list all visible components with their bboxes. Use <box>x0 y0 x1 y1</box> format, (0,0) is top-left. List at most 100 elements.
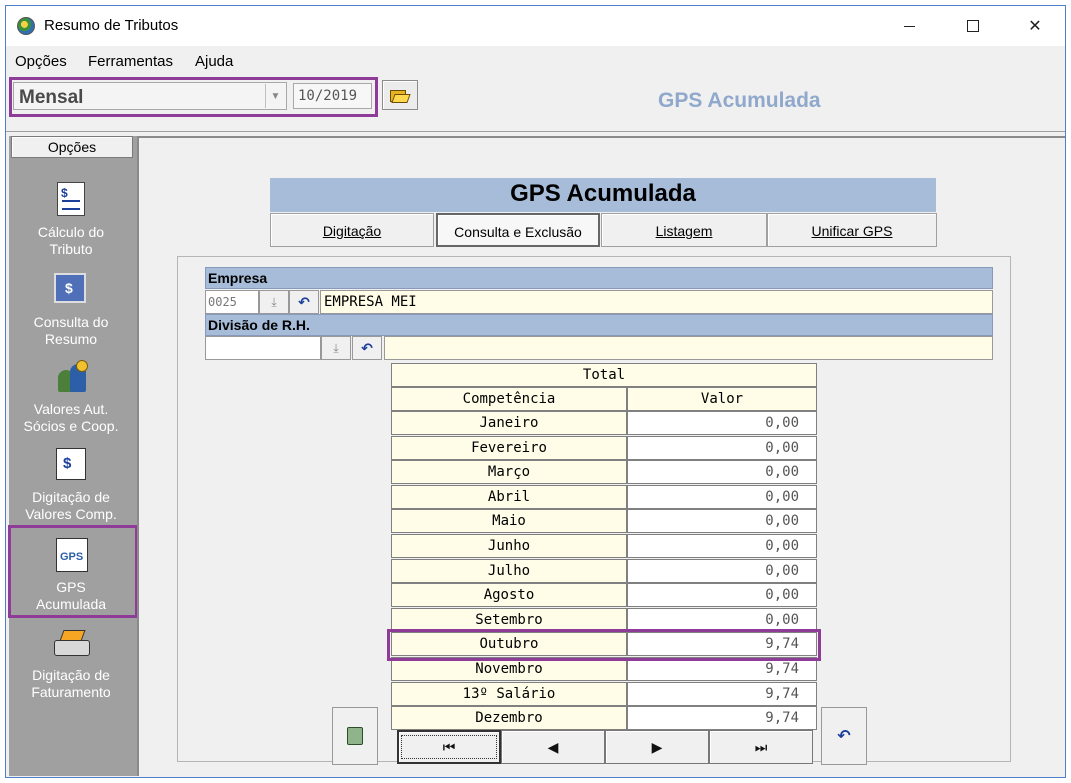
table-row[interactable]: 13º Salário 9,74 <box>391 681 817 706</box>
sidebar-item-label: Digitação de <box>32 667 110 683</box>
cell-valor: 0,00 <box>627 534 817 558</box>
tab-consulta-exclusao[interactable]: Consulta e Exclusão <box>436 213 600 247</box>
divisao-code-input[interactable] <box>205 336 321 360</box>
col-header-competencia: Competência <box>391 387 627 411</box>
tab-listagem[interactable]: Listagem <box>601 213 767 247</box>
nav-first-button[interactable]: ⏮ <box>397 730 501 764</box>
sidebar-item-faturamento[interactable]: Digitação de Faturamento <box>9 624 133 701</box>
nav-prev-button[interactable]: ◀ <box>501 730 605 764</box>
undo-icon: ↶ <box>837 728 851 745</box>
table-row[interactable]: Junho 0,00 <box>391 534 817 558</box>
sidebar-item-label: Valores Aut. <box>33 401 109 417</box>
tab-digitacao[interactable]: Digitação <box>270 213 434 247</box>
cell-valor: 0,00 <box>627 484 817 509</box>
cell-valor: 0,00 <box>627 435 817 460</box>
maximize-icon <box>967 20 979 32</box>
divisao-name-field <box>384 336 993 360</box>
partners-icon <box>52 358 90 396</box>
empresa-label: Empresa <box>205 267 993 289</box>
table-row[interactable]: Agosto 0,00 <box>391 583 817 608</box>
tab-label: Listagem <box>655 223 713 239</box>
period-highlight-box <box>9 77 378 117</box>
window-title: Resumo de Tributos <box>44 17 179 34</box>
col-header-valor: Valor <box>627 387 817 411</box>
cell-valor: 0,00 <box>627 509 817 534</box>
cell-competencia: Março <box>391 460 627 485</box>
download-arrow-icon: ⤓ <box>271 294 277 309</box>
tab-label: Consulta e Exclusão <box>454 224 582 240</box>
table-row[interactable]: Fevereiro 0,00 <box>391 435 817 460</box>
app-window: Resumo de Tributos ✕ Opções Ferramentas … <box>5 5 1066 778</box>
skip-first-icon: ⏮ <box>442 738 456 755</box>
title-bar: Resumo de Tributos ✕ <box>6 6 1065 46</box>
trash-icon <box>347 727 363 745</box>
download-arrow-icon: ⤓ <box>333 340 339 355</box>
open-folder-button[interactable] <box>382 80 418 110</box>
sidebar-item-valores-aut[interactable]: Valores Aut. Sócios e Coop. <box>9 358 133 435</box>
table-row[interactable]: Dezembro 9,74 <box>391 706 817 731</box>
empresa-undo-button[interactable]: ↶ <box>289 290 319 314</box>
summary-screen-icon: $ <box>52 271 90 309</box>
sidebar: Opções $ Cálculo do Tributo $ Consulta d… <box>9 136 137 776</box>
menu-bar: Opções Ferramentas Ajuda <box>6 50 1065 72</box>
table-row[interactable]: Janeiro 0,00 <box>391 411 817 435</box>
row-highlight-box <box>387 629 821 661</box>
close-button[interactable]: ✕ <box>1012 6 1058 46</box>
minimize-icon <box>903 25 915 27</box>
cell-competencia: Abril <box>391 484 627 509</box>
tab-unificar-gps[interactable]: Unificar GPS <box>767 213 937 247</box>
menu-ferramentas[interactable]: Ferramentas <box>88 53 173 70</box>
empresa-lookup-button[interactable]: ⤓ <box>259 290 289 314</box>
divisao-label: Divisão de R.H. <box>205 314 993 336</box>
active-nav-highlight <box>8 525 138 618</box>
folder-open-icon <box>390 88 411 103</box>
cell-valor: 0,00 <box>627 411 817 435</box>
empresa-name-field: EMPRESA MEI <box>320 290 993 314</box>
menu-opcoes[interactable]: Opções <box>15 53 67 70</box>
cell-competencia: 13º Salário <box>391 681 627 706</box>
cell-competencia: Julho <box>391 558 627 583</box>
toolbar: Mensal ▼ 10/2019 GPS Acumulada <box>6 74 1065 132</box>
prev-icon: ◀ <box>547 738 559 755</box>
table-row[interactable]: Março 0,00 <box>391 460 817 485</box>
sidebar-item-digitacao-valores[interactable]: $ Digitação de Valores Comp. <box>9 446 133 523</box>
divisao-undo-button[interactable]: ↶ <box>352 336 382 360</box>
sidebar-header[interactable]: Opções <box>11 136 133 158</box>
table-row[interactable]: Maio 0,00 <box>391 509 817 534</box>
sidebar-item-label: Resumo <box>44 331 98 347</box>
undo-icon: ↶ <box>298 293 310 310</box>
cell-competencia: Janeiro <box>391 411 627 435</box>
cell-valor: 0,00 <box>627 558 817 583</box>
minimize-button[interactable] <box>886 6 932 46</box>
edit-values-icon: $ <box>52 446 90 484</box>
cell-competencia: Junho <box>391 534 627 558</box>
tab-label: Digitação <box>322 223 382 239</box>
grid-total-header: Total <box>391 363 817 387</box>
cell-competencia: Agosto <box>391 583 627 608</box>
table-row[interactable]: Julho 0,00 <box>391 558 817 583</box>
app-logo-icon <box>17 17 35 35</box>
page-heading: GPS Acumulada <box>658 89 821 112</box>
divisao-lookup-button[interactable]: ⤓ <box>321 336 351 360</box>
grid-header-columns: Competência Valor <box>391 387 817 411</box>
cell-competencia: Dezembro <box>391 706 627 731</box>
next-icon: ▶ <box>651 738 663 755</box>
sidebar-item-label: Cálculo do <box>37 224 105 240</box>
cell-competencia: Fevereiro <box>391 435 627 460</box>
menu-ajuda[interactable]: Ajuda <box>195 53 233 70</box>
sidebar-item-label: Valores Comp. <box>25 506 117 522</box>
empresa-code-input[interactable]: 0025 <box>205 290 259 314</box>
cell-valor: 9,74 <box>627 706 817 731</box>
sidebar-item-label: Consulta do <box>33 314 109 330</box>
sidebar-item-calculo[interactable]: $ Cálculo do Tributo <box>9 181 133 258</box>
sidebar-item-consulta[interactable]: $ Consulta do Resumo <box>9 271 133 348</box>
delete-button[interactable] <box>332 707 378 765</box>
skip-last-icon: ⏭ <box>754 738 768 755</box>
nav-next-button[interactable]: ▶ <box>605 730 709 764</box>
nav-last-button[interactable]: ⏭ <box>709 730 813 764</box>
maximize-button[interactable] <box>950 6 996 46</box>
cell-valor: 9,74 <box>627 681 817 706</box>
undo-button[interactable]: ↶ <box>821 707 867 765</box>
table-row[interactable]: Abril 0,00 <box>391 484 817 509</box>
tab-label: Unificar GPS <box>811 223 893 239</box>
